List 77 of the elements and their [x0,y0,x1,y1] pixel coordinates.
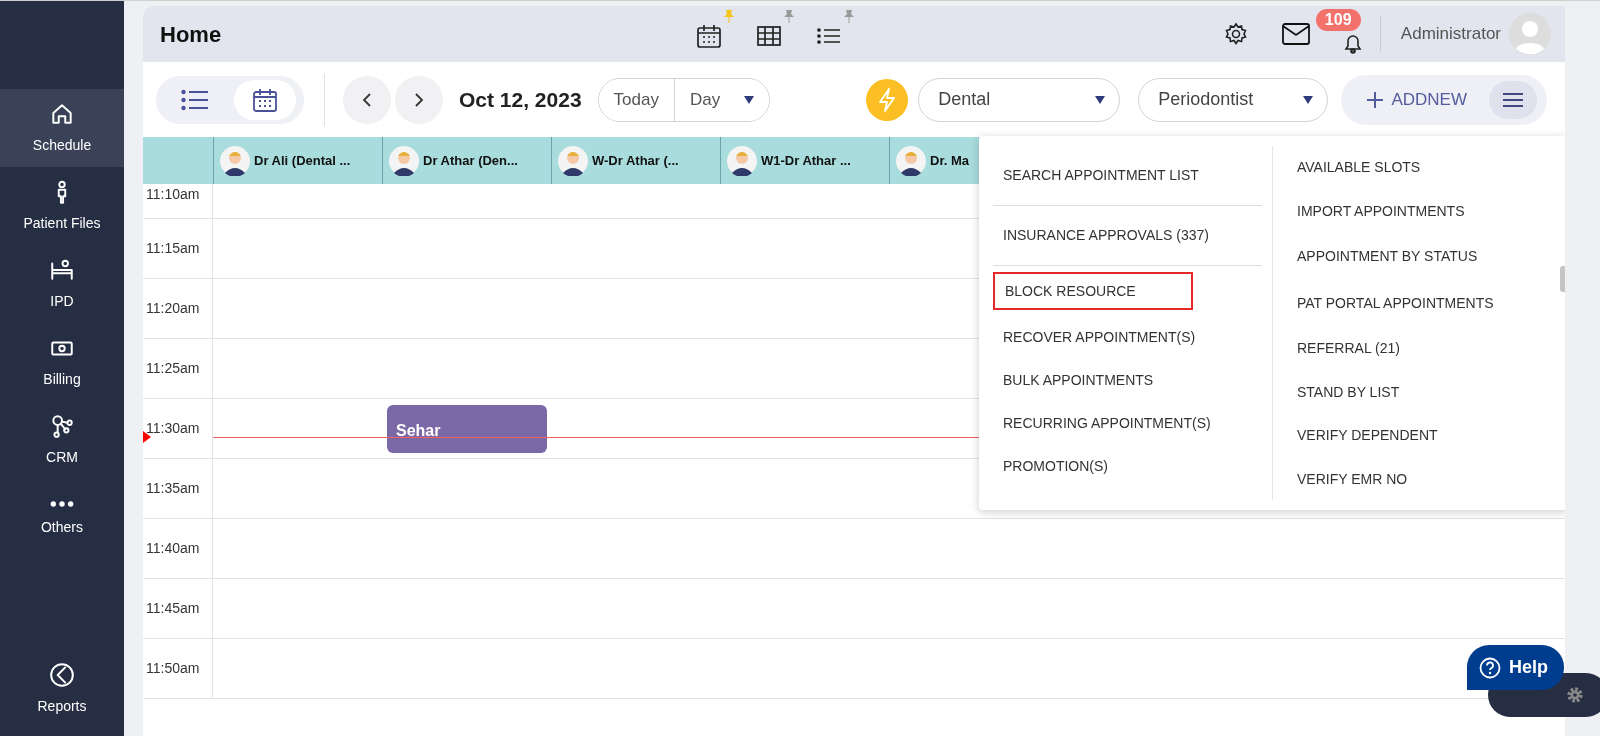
current-time-marker [143,431,151,443]
resource-name: Dr. Ma [930,151,969,170]
doctor-avatar-icon [220,145,250,176]
lightning-icon[interactable] [866,78,909,121]
menu-item[interactable]: AVAILABLE SLOTS [1287,146,1555,190]
scrollbar-thumb[interactable] [1560,266,1565,292]
menu-item[interactable]: RECURRING APPOINTMENT(S) [993,402,1262,445]
menu-item[interactable]: VERIFY EMR NO [1287,457,1555,501]
next-button[interactable] [395,75,443,124]
menu-item[interactable]: VERIFY DEPENDENT [1287,414,1555,458]
question-icon [1479,656,1501,679]
calendar-icon [696,23,723,49]
menu-item[interactable]: BLOCK RESOURCE [993,272,1193,310]
menu-item[interactable]: STAND BY LIST [1287,370,1555,414]
sidebar-item[interactable]: CRM [0,401,124,479]
help-button[interactable]: Help [1467,645,1564,690]
appointment-block[interactable]: Sehar [387,405,547,453]
caret-icon [744,95,755,104]
range-dropdown[interactable]: Day [673,78,770,121]
specialty-dropdown[interactable]: Periodontist [1138,77,1329,122]
resource-name: W1-Dr Athar ... [761,151,851,170]
plus-icon [1367,91,1384,108]
page-title: Home [160,20,222,49]
time-label: 11:15am [143,219,213,279]
sidebar-item[interactable]: IPD [0,245,124,323]
doctor-avatar-icon [558,145,588,176]
gear-icon[interactable] [1566,686,1584,704]
menu-item[interactable]: REFERRAL (21) [1287,327,1555,371]
time-label: 11:25am [143,339,213,399]
notification-count: 109 [1315,9,1361,31]
menu-item[interactable]: PAT PORTAL APPOINTMENTS [1287,280,1555,327]
time-label: 11:30am [143,399,213,459]
doctor-avatar-icon [389,145,419,176]
resource-name: Dr Athar (Den... [423,151,518,170]
more-icon [49,498,75,509]
current-date: Oct 12, 2023 [459,86,582,113]
menu-item[interactable]: PROMOTION(S) [993,445,1262,488]
calendar-slot[interactable]: Sehar [382,399,551,459]
menu-item[interactable]: RECOVER APPOINTMENT(S) [993,316,1262,359]
chevron-right-icon [414,91,424,108]
menu-item[interactable]: SEARCH APPOINTMENT LIST [993,146,1262,206]
view-toggle[interactable] [234,79,296,120]
chevron-left-icon [362,91,372,108]
department-dropdown[interactable]: Dental [918,77,1121,122]
menu-item[interactable]: APPOINTMENT BY STATUS [1287,233,1555,280]
menu-item[interactable]: BULK APPOINTMENTS [993,359,1262,402]
sidebar-item[interactable]: Schedule [0,89,124,167]
doctor-avatar-icon [727,145,757,176]
caret-icon [1303,95,1314,104]
time-label: 11:35am [143,459,213,519]
back-circle-icon [49,661,75,688]
time-label: 11:40am [143,519,213,579]
sidebar-item[interactable]: Reports [0,650,124,728]
calendar-icon [252,86,278,113]
user-name: Administrator [1400,23,1501,46]
table-icon [756,23,783,49]
menu-item[interactable]: INSURANCE APPROVALS (337) [993,206,1262,266]
resource-name: Dr Ali (Dental ... [254,151,351,170]
prev-button[interactable] [343,75,391,124]
network-icon [49,412,75,439]
menu-icon [1503,92,1523,107]
sidebar-item[interactable]: Others [0,479,124,557]
time-label: 11:20am [143,279,213,339]
list-icon [181,88,209,111]
time-label: 11:50am [143,639,213,699]
settings-icon [1223,22,1248,46]
time-label: 11:10am [143,184,213,219]
avatar-icon[interactable] [1509,13,1551,55]
resource-name: W-Dr Athar (... [592,151,679,170]
sidebar-item[interactable]: Billing [0,323,124,401]
menu-item[interactable]: IMPORT APPOINTMENTS [1287,189,1555,233]
caret-icon [1095,95,1106,104]
time-label: 11:45am [143,579,213,639]
menu-button[interactable] [1489,80,1537,119]
mail-icon [1281,23,1310,45]
doctor-avatar-icon [896,145,926,176]
sidebar-item[interactable]: Patient Files [0,167,124,245]
